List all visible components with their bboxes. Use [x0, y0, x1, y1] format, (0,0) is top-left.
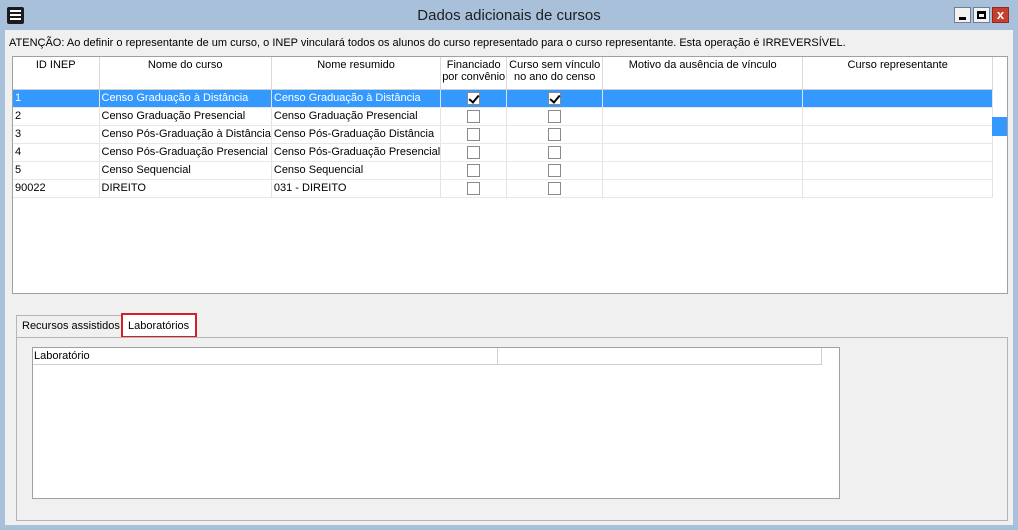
cell-id-inep[interactable]: 1	[13, 89, 100, 108]
maximize-icon	[977, 11, 986, 19]
cell-representante[interactable]	[802, 161, 994, 180]
selected-row-filler	[992, 117, 1007, 136]
cell-representante[interactable]	[802, 143, 994, 162]
table-row[interactable]: 1 Censo Graduação à Distância Censo Gradua…	[13, 89, 994, 108]
sem-vinculo-checkbox[interactable]	[548, 163, 562, 177]
sem-vinculo-cell	[506, 125, 604, 144]
financiado-cell	[440, 89, 508, 108]
financiado-cell	[440, 179, 508, 198]
cell-nome-resumido[interactable]: 031 - DIREITO	[271, 179, 442, 198]
table-row[interactable]: 2 Censo Graduação Presencial Censo Graduaç…	[13, 107, 994, 126]
financiado-cell	[440, 107, 508, 126]
cell-representante[interactable]	[802, 89, 994, 108]
cell-representante[interactable]	[802, 107, 994, 126]
cell-nome-curso[interactable]: Censo Pós-Graduação Presencial	[99, 143, 272, 162]
grid-header-row: ID INEP Nome do curso Nome resumido Fina…	[13, 57, 994, 90]
window-client-area: ATENÇÃO: Ao definir o representante de u…	[5, 30, 1013, 525]
cell-representante[interactable]	[802, 125, 994, 144]
close-button[interactable]: x	[992, 7, 1009, 23]
sem-vinculo-checkbox[interactable]	[548, 145, 562, 159]
cell-motivo[interactable]	[602, 125, 804, 144]
col-header-nome-resumido[interactable]: Nome resumido	[271, 57, 442, 90]
cell-id-inep[interactable]: 3	[13, 125, 100, 144]
cell-nome-curso[interactable]: Censo Graduação à Distância	[99, 89, 272, 108]
cell-nome-resumido[interactable]: Censo Pós-Graduação Distância	[271, 125, 442, 144]
cell-motivo[interactable]	[602, 107, 804, 126]
cell-representante[interactable]	[802, 179, 994, 198]
laboratories-grid[interactable]: Laboratório	[32, 347, 840, 499]
cell-id-inep[interactable]: 90022	[13, 179, 100, 198]
sem-vinculo-checkbox[interactable]	[548, 91, 562, 105]
sem-vinculo-cell	[506, 161, 604, 180]
cell-nome-curso[interactable]: DIREITO	[99, 179, 272, 198]
cell-nome-resumido[interactable]: Censo Pós-Graduação Presencial	[271, 143, 442, 162]
cell-nome-curso[interactable]: Censo Pós-Graduação à Distância	[99, 125, 272, 144]
col-header-nome-curso[interactable]: Nome do curso	[99, 57, 272, 90]
title-bar[interactable]: Dados adicionais de cursos x	[0, 0, 1018, 30]
minimize-button[interactable]	[954, 7, 971, 23]
col-header-id-inep[interactable]: ID INEP	[13, 57, 100, 90]
cell-nome-resumido[interactable]: Censo Graduação à Distância	[271, 89, 442, 108]
sem-vinculo-checkbox[interactable]	[548, 181, 562, 195]
col-header-financiado[interactable]: Financiado por convênio	[440, 57, 508, 90]
maximize-button[interactable]	[973, 7, 990, 23]
cell-nome-resumido[interactable]: Censo Graduação Presencial	[271, 107, 442, 126]
financiado-cell	[440, 161, 508, 180]
financiado-checkbox[interactable]	[467, 163, 481, 177]
cell-nome-resumido[interactable]: Censo Sequencial	[271, 161, 442, 180]
sem-vinculo-cell	[506, 107, 604, 126]
warning-text: ATENÇÃO: Ao definir o representante de u…	[9, 37, 846, 49]
cell-id-inep[interactable]: 4	[13, 143, 100, 162]
sem-vinculo-checkbox[interactable]	[548, 109, 562, 123]
minimize-icon	[959, 17, 966, 20]
sem-vinculo-checkbox[interactable]	[548, 127, 562, 141]
table-row[interactable]: 4 Censo Pós-Graduação Presencial Censo Pós…	[13, 143, 994, 162]
col-header-laboratorio[interactable]: Laboratório	[33, 348, 498, 365]
cell-motivo[interactable]	[602, 161, 804, 180]
sem-vinculo-cell	[506, 143, 604, 162]
close-icon: x	[996, 7, 1005, 22]
financiado-checkbox[interactable]	[467, 181, 481, 195]
sem-vinculo-cell	[506, 89, 604, 108]
table-row[interactable]: 3 Censo Pós-Graduação à Distância Censo Pó…	[13, 125, 994, 144]
cell-motivo[interactable]	[602, 89, 804, 108]
cell-id-inep[interactable]: 5	[13, 161, 100, 180]
cell-nome-curso[interactable]: Censo Graduação Presencial	[99, 107, 272, 126]
col-header-empty	[498, 348, 822, 365]
cell-motivo[interactable]	[602, 143, 804, 162]
col-header-representante[interactable]: Curso representante	[802, 57, 994, 90]
col-header-motivo[interactable]: Motivo da ausência de vínculo	[602, 57, 804, 90]
tab-panel-laboratorios: Laboratório	[16, 337, 1008, 521]
financiado-cell	[440, 125, 508, 144]
window-title: Dados adicionais de cursos	[417, 7, 601, 24]
table-row[interactable]: 5 Censo Sequencial Censo Sequencial	[13, 161, 994, 180]
financiado-checkbox[interactable]	[467, 145, 481, 159]
financiado-cell	[440, 143, 508, 162]
courses-grid[interactable]: ID INEP Nome do curso Nome resumido Fina…	[12, 56, 1008, 294]
financiado-checkbox[interactable]	[467, 91, 481, 105]
main-window: Dados adicionais de cursos x ATENÇÃO: Ao…	[0, 0, 1018, 530]
col-header-sem-vinculo[interactable]: Curso sem vínculo no ano do censo	[506, 57, 604, 90]
sem-vinculo-cell	[506, 179, 604, 198]
tab-recursos-assistidos[interactable]: Recursos assistidos	[16, 315, 122, 337]
financiado-checkbox[interactable]	[467, 109, 481, 123]
courses-table: ID INEP Nome do curso Nome resumido Fina…	[13, 57, 994, 198]
lab-grid-header: Laboratório	[33, 348, 822, 365]
financiado-checkbox[interactable]	[467, 127, 481, 141]
tab-laboratorios[interactable]: Laboratórios	[121, 313, 197, 338]
cell-id-inep[interactable]: 2	[13, 107, 100, 126]
cell-nome-curso[interactable]: Censo Sequencial	[99, 161, 272, 180]
cell-motivo[interactable]	[602, 179, 804, 198]
table-row[interactable]: 90022 DIREITO 031 - DIREITO	[13, 179, 994, 198]
